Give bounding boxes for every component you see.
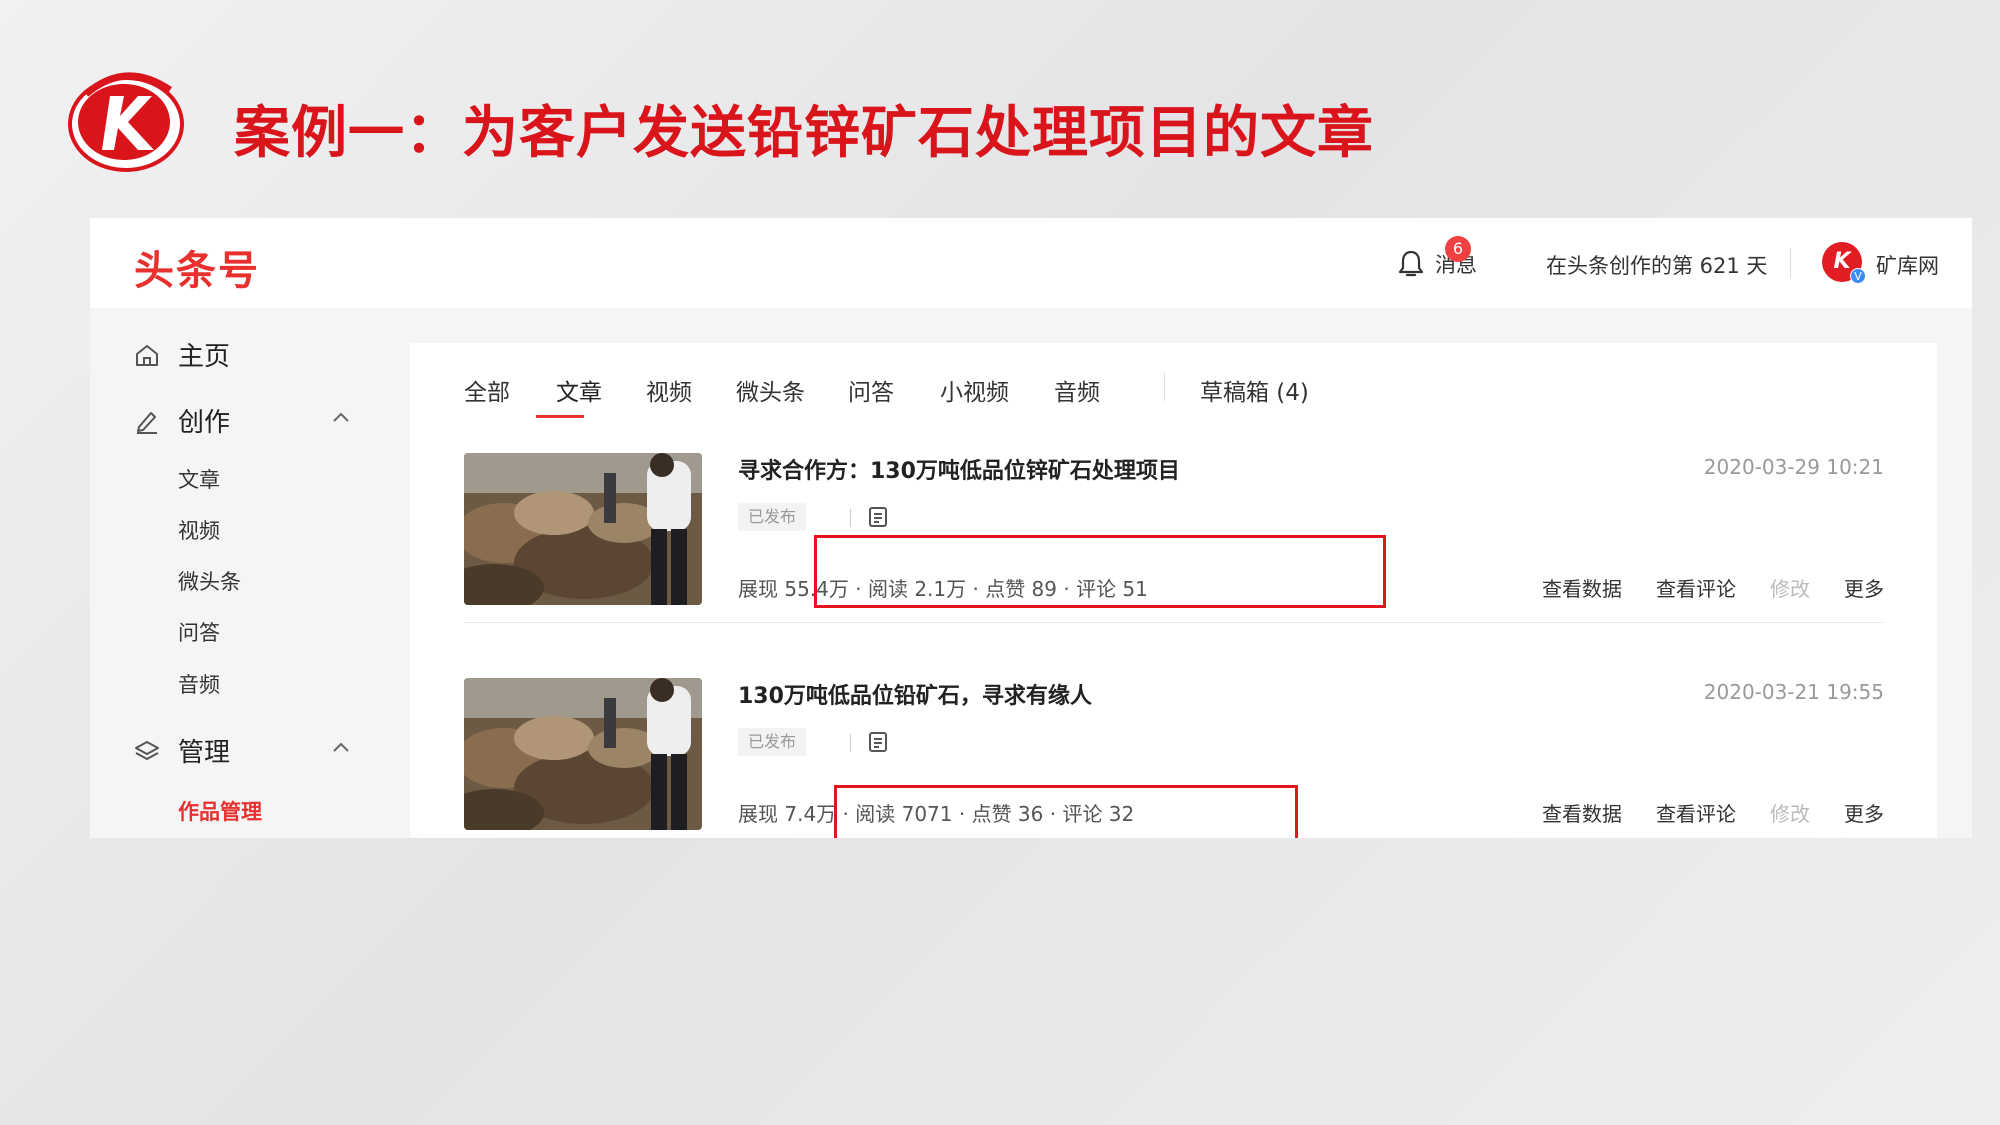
chevron-up-icon[interactable]: [330, 736, 352, 758]
more-link[interactable]: 更多: [1844, 573, 1884, 602]
tab-article[interactable]: 文章: [556, 373, 602, 407]
sidebar-item-label: 主页: [178, 342, 231, 372]
highlight-box: [834, 785, 1298, 838]
sidebar-item-manage[interactable]: 管理: [134, 732, 230, 769]
sidebar-item-label: 管理: [178, 738, 231, 768]
article-date: 2020-03-29 10:21: [1703, 455, 1884, 479]
status-badge: 已发布: [738, 503, 807, 531]
tab-qa[interactable]: 问答: [848, 373, 894, 407]
tab-audio[interactable]: 音频: [1054, 373, 1100, 407]
sidebar-sub-video[interactable]: 视频: [178, 515, 220, 545]
edit-link[interactable]: 修改: [1770, 573, 1810, 602]
sidebar-item-home[interactable]: 主页: [134, 336, 230, 373]
brand-logo[interactable]: 头条号: [134, 238, 260, 296]
view-comments-link[interactable]: 查看评论: [1656, 573, 1736, 602]
view-data-link[interactable]: 查看数据: [1542, 798, 1622, 827]
verified-badge: V: [1850, 268, 1866, 284]
messages-button[interactable]: 消息 6: [1395, 236, 1477, 282]
sidebar-item-create[interactable]: 创作: [134, 402, 230, 439]
row-divider: [464, 622, 1884, 623]
tab-short-video[interactable]: 小视频: [940, 373, 1009, 407]
article-thumbnail[interactable]: [464, 453, 702, 605]
active-tab-indicator: [536, 415, 584, 418]
sidebar-sub-audio[interactable]: 音频: [178, 669, 220, 699]
pencil-icon: [137, 411, 157, 434]
user-name[interactable]: 矿库网: [1876, 250, 1939, 280]
view-data-link[interactable]: 查看数据: [1542, 573, 1622, 602]
highlight-box: [814, 535, 1386, 608]
slide-title: 案例一：为客户发送铅锌矿石处理项目的文章: [234, 101, 1374, 166]
article-title[interactable]: 130万吨低品位铅矿石，寻求有缘人: [738, 678, 1092, 710]
article-thumbnail[interactable]: [464, 678, 702, 830]
article-type-icon: [869, 507, 887, 527]
sidebar-sub-weitoutiao[interactable]: 微头条: [178, 566, 241, 596]
layers-icon: [135, 740, 159, 760]
article-actions: 查看数据 查看评论 修改 更多: [1542, 573, 1884, 602]
tab-drafts[interactable]: 草稿箱 (4): [1200, 373, 1309, 407]
messages-badge: 6: [1445, 236, 1471, 262]
divider: [1790, 248, 1791, 278]
chevron-up-icon[interactable]: [330, 406, 352, 428]
toutiao-screenshot: 头条号 消息 6 在头条创作的第 621 天 K V 矿库网 主页 创作 文章 …: [90, 218, 1972, 838]
article-date: 2020-03-21 19:55: [1703, 680, 1884, 704]
bell-icon: [1398, 250, 1424, 277]
tab-all[interactable]: 全部: [464, 373, 510, 407]
article-actions: 查看数据 查看评论 修改 更多: [1542, 798, 1884, 827]
article-title[interactable]: 寻求合作方：130万吨低品位锌矿石处理项目: [738, 453, 1180, 485]
divider: [850, 509, 851, 527]
edit-link[interactable]: 修改: [1770, 798, 1810, 827]
view-comments-link[interactable]: 查看评论: [1656, 798, 1736, 827]
home-icon: [136, 344, 158, 366]
sidebar-item-label: 创作: [178, 408, 231, 438]
divider: [1164, 373, 1165, 401]
content-panel: 全部 文章 视频 微头条 问答 小视频 音频 草稿箱 (4) 寻求合作方：130…: [410, 343, 1937, 838]
sidebar-sub-article[interactable]: 文章: [178, 464, 220, 494]
status-badge: 已发布: [738, 728, 807, 756]
divider: [850, 734, 851, 752]
tab-weitoutiao[interactable]: 微头条: [736, 373, 805, 407]
more-link[interactable]: 更多: [1844, 798, 1884, 827]
company-logo-icon: [68, 72, 184, 172]
sidebar-sub-qa[interactable]: 问答: [178, 617, 220, 647]
article-type-icon: [869, 732, 887, 752]
top-bar: 头条号 消息 6 在头条创作的第 621 天 K V 矿库网: [90, 218, 1972, 308]
creation-days: 在头条创作的第 621 天: [1546, 254, 1768, 278]
sidebar: 主页 创作 文章 视频 微头条 问答 音频 管理 作品管理: [90, 308, 410, 838]
tab-video[interactable]: 视频: [646, 373, 692, 407]
sidebar-sub-works-management[interactable]: 作品管理: [178, 796, 262, 826]
